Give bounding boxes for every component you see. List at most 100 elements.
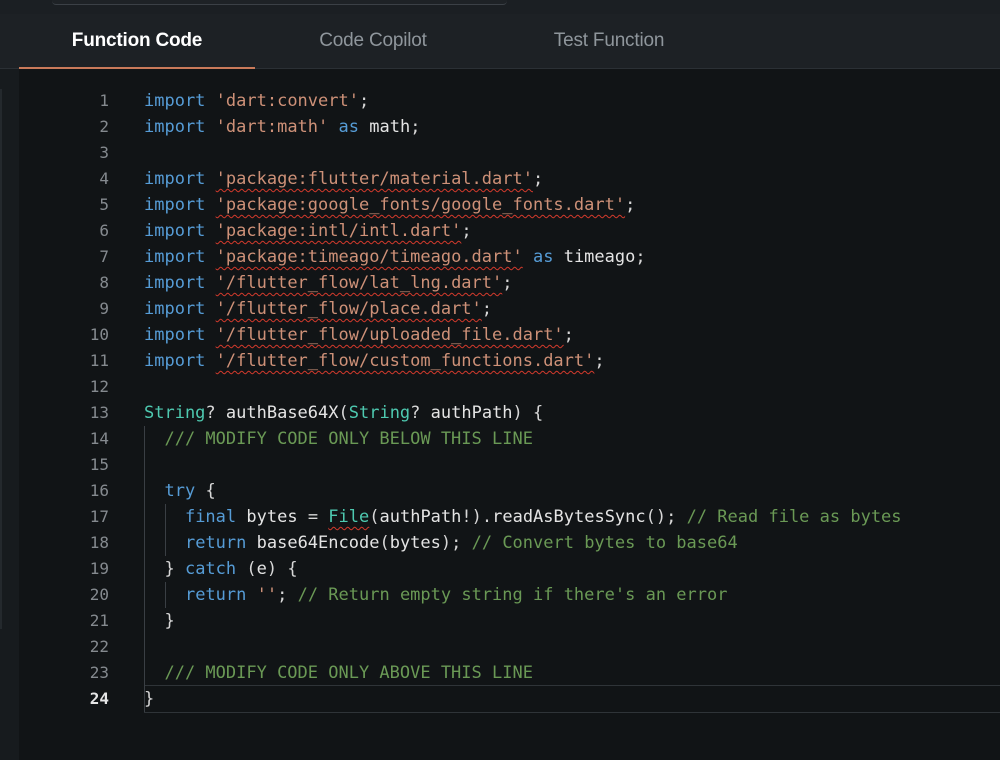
code-text: import '/flutter_flow/custom_functions.d… bbox=[144, 348, 605, 374]
code-token: // Read file as bytes bbox=[686, 507, 902, 527]
code-line[interactable]: 2 import 'dart:math' as math; bbox=[19, 114, 1000, 140]
line-number: 16 bbox=[89, 481, 109, 500]
line-number: 8 bbox=[99, 273, 109, 292]
code-line[interactable]: 12 bbox=[19, 374, 1000, 400]
code-line[interactable]: 11 import '/flutter_flow/custom_functions… bbox=[19, 348, 1000, 374]
code-line[interactable]: 3 bbox=[19, 140, 1000, 166]
code-token: File bbox=[328, 507, 370, 527]
code-line[interactable]: 10 import '/flutter_flow/uploaded_file.da… bbox=[19, 322, 1000, 348]
code-text: } catch (e) { bbox=[144, 556, 297, 582]
code-token: ( bbox=[236, 559, 257, 579]
code-line[interactable]: 8 import '/flutter_flow/lat_lng.dart'; bbox=[19, 270, 1000, 296]
code-text: } bbox=[144, 608, 174, 634]
code-token: ? bbox=[410, 403, 431, 423]
line-number: 6 bbox=[99, 221, 109, 240]
code-text: final bytes = File(authPath!).readAsByte… bbox=[144, 504, 902, 530]
tab-function-code[interactable]: Function Code bbox=[19, 14, 255, 69]
code-line[interactable]: 19 } catch (e) { bbox=[19, 556, 1000, 582]
code-line[interactable]: 15 bbox=[19, 452, 1000, 478]
code-token: 'dart:convert' bbox=[215, 91, 359, 111]
code-line[interactable]: 18 return base64Encode(bytes); // Conver… bbox=[19, 530, 1000, 556]
code-token: (); bbox=[645, 507, 687, 527]
code-token: '' bbox=[256, 585, 278, 605]
code-line[interactable]: 4 import 'package:flutter/material.dart'; bbox=[19, 166, 1000, 192]
tab-code-copilot[interactable]: Code Copilot bbox=[255, 14, 491, 68]
line-number: 20 bbox=[89, 585, 109, 604]
code-token: ; bbox=[635, 247, 646, 267]
code-text: /// MODIFY CODE ONLY BELOW THIS LINE bbox=[144, 426, 532, 452]
code-token: authBase64X bbox=[225, 403, 339, 423]
code-token: 'package:timeago/timeago.dart' bbox=[215, 247, 523, 267]
code-token: import bbox=[144, 169, 206, 189]
line-number: 10 bbox=[89, 325, 109, 344]
code-token: ? bbox=[205, 403, 226, 423]
left-panel-edge bbox=[0, 69, 19, 760]
code-token: ; bbox=[277, 585, 298, 605]
code-line[interactable]: 14 /// MODIFY CODE ONLY BELOW THIS LINE bbox=[19, 426, 1000, 452]
code-line[interactable]: 13 String? authBase64X(String? authPath) … bbox=[19, 400, 1000, 426]
code-token: // Return empty string if there's an err… bbox=[297, 585, 728, 605]
line-number: 1 bbox=[99, 91, 109, 110]
code-line[interactable]: 9 import '/flutter_flow/place.dart'; bbox=[19, 296, 1000, 322]
code-line[interactable]: 6 import 'package:intl/intl.dart'; bbox=[19, 218, 1000, 244]
line-number: 14 bbox=[89, 429, 109, 448]
code-token: String bbox=[348, 403, 411, 423]
code-token: } bbox=[144, 559, 185, 579]
line-number: 18 bbox=[89, 533, 109, 552]
code-token: return bbox=[184, 533, 247, 553]
line-number: 12 bbox=[89, 377, 109, 396]
code-token: e bbox=[256, 559, 267, 579]
code-text: import 'package:google_fonts/google_font… bbox=[144, 192, 635, 218]
code-token: 'package:intl/intl.dart' bbox=[215, 221, 462, 241]
line-number: 4 bbox=[99, 169, 109, 188]
code-token: ( bbox=[338, 403, 349, 423]
code-editor[interactable]: 1 import 'dart:convert'; 2 import 'dart:mat… bbox=[19, 69, 1000, 760]
code-token: bytes bbox=[389, 533, 441, 553]
line-number: 7 bbox=[99, 247, 109, 266]
code-token: bytes bbox=[246, 507, 298, 527]
code-line[interactable]: 17 final bytes = File(authPath!).readAsB… bbox=[19, 504, 1000, 530]
code-text: } bbox=[144, 686, 154, 712]
code-token: 'dart:math' bbox=[215, 117, 329, 137]
code-token: readAsBytesSync bbox=[492, 507, 646, 527]
code-token: ; bbox=[563, 325, 574, 345]
code-token: !). bbox=[461, 507, 493, 527]
code-line[interactable]: 1 import 'dart:convert'; bbox=[19, 88, 1000, 114]
code-token: '/flutter_flow/uploaded_file.dart' bbox=[215, 325, 564, 345]
code-text: import '/flutter_flow/uploaded_file.dart… bbox=[144, 322, 574, 348]
code-token: import bbox=[144, 221, 206, 241]
code-token: ; bbox=[481, 299, 493, 319]
code-line[interactable]: 21 } bbox=[19, 608, 1000, 634]
code-token: import bbox=[144, 325, 206, 345]
code-line[interactable]: 20 return ''; // Return empty string if … bbox=[19, 582, 1000, 608]
tab-test-function[interactable]: Test Function bbox=[491, 14, 727, 68]
name-field-edge[interactable] bbox=[52, 0, 507, 5]
code-token: catch bbox=[184, 559, 237, 579]
code-token: ; bbox=[532, 169, 544, 189]
code-line[interactable]: 5 import 'package:google_fonts/google_fon… bbox=[19, 192, 1000, 218]
code-line[interactable]: 24} bbox=[19, 685, 1000, 713]
code-text: import '/flutter_flow/lat_lng.dart'; bbox=[144, 270, 513, 296]
code-token: import bbox=[144, 299, 206, 319]
code-text: String? authBase64X(String? authPath) { bbox=[144, 400, 543, 426]
code-line[interactable]: 16 try { bbox=[19, 478, 1000, 504]
line-number: 22 bbox=[89, 637, 109, 656]
code-line[interactable]: 22 bbox=[19, 634, 1000, 660]
code-line[interactable]: 23 /// MODIFY CODE ONLY ABOVE THIS LINE bbox=[19, 660, 1000, 686]
code-line[interactable]: 7 import 'package:timeago/timeago.dart' a… bbox=[19, 244, 1000, 270]
code-token: import bbox=[144, 91, 206, 111]
line-number: 15 bbox=[89, 455, 109, 474]
code-text: /// MODIFY CODE ONLY ABOVE THIS LINE bbox=[144, 660, 532, 686]
line-number: 24 bbox=[89, 689, 109, 708]
code-text: return base64Encode(bytes); // Convert b… bbox=[144, 530, 738, 556]
